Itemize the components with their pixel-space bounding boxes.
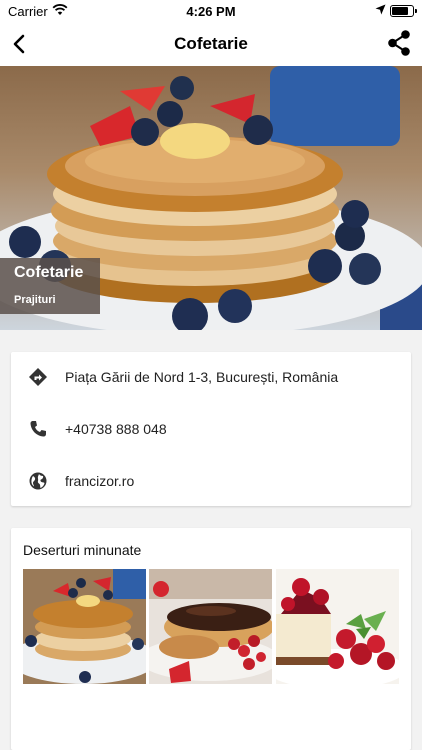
website-row[interactable]: francizor.ro <box>11 456 411 506</box>
gallery-thumb-eclair[interactable] <box>149 569 272 684</box>
status-time: 4:26 PM <box>186 4 236 19</box>
battery-level <box>392 7 409 15</box>
directions-icon <box>29 368 47 386</box>
website-text: francizor.ro <box>65 473 135 489</box>
pancakes-thumbnail <box>23 569 146 684</box>
address-text: Piața Gării de Nord 1-3, București, Româ… <box>65 369 339 385</box>
navigation-bar: Cofetarie <box>0 22 422 66</box>
phone-icon <box>30 421 46 437</box>
gallery-thumb-pancakes[interactable] <box>23 569 146 684</box>
gallery-card: Deserturi minunate <box>11 528 411 750</box>
status-bar: Carrier 4:26 PM <box>0 0 422 22</box>
globe-icon <box>29 472 47 490</box>
phone-row[interactable]: +40738 888 048 <box>11 404 411 454</box>
gallery-thumb-cheesecake[interactable] <box>276 569 399 684</box>
place-category: Prajituri <box>14 294 56 306</box>
location-arrow-icon <box>375 4 386 15</box>
hero-caption: Cofetarie Prajituri <box>0 258 100 314</box>
page-title: Cofetarie <box>174 34 248 53</box>
address-row[interactable]: Piața Gării de Nord 1-3, București, Româ… <box>11 352 411 402</box>
place-name: Cofetarie <box>14 264 84 281</box>
cheesecake-thumbnail <box>276 569 399 684</box>
share-icon[interactable] <box>384 28 414 58</box>
phone-text: +40738 888 048 <box>65 421 167 437</box>
gallery-title: Deserturi minunate <box>23 542 142 558</box>
eclair-thumbnail <box>149 569 272 684</box>
contact-info-card: Piața Gării de Nord 1-3, București, Româ… <box>11 352 411 506</box>
battery-icon <box>390 5 417 17</box>
